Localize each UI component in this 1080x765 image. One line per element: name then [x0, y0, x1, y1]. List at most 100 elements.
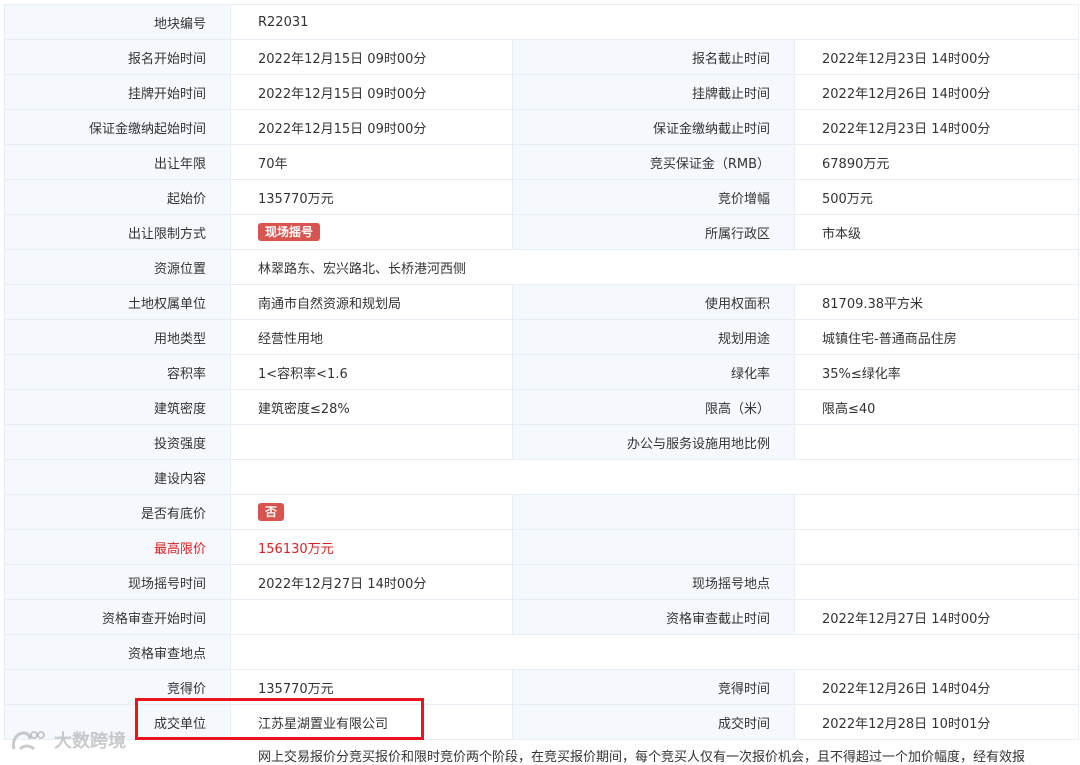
field-label: 保证金缴纳截止时间: [513, 110, 795, 145]
field-value-text: 2022年12月27日 14时00分: [822, 611, 991, 627]
field-value-text: 林翠路东、宏兴路北、长桥港河西侧: [258, 261, 467, 277]
field-label-text: 使用权面积: [704, 296, 770, 312]
field-value: 建筑密度≤28%: [231, 390, 513, 425]
watermark-logo-icon: [12, 731, 45, 751]
field-label: 用地类型: [5, 320, 231, 355]
field-value-text: 南通市自然资源和规划局: [258, 296, 402, 312]
land-info-table: 地块编号 R22031 报名开始时间 2022年12月15日 09时00分 报名截止时间…: [4, 4, 1079, 740]
field-label-text: 用地类型: [153, 331, 206, 347]
field-label-text: 保证金缴纳起始时间: [88, 121, 206, 137]
field-label: 最高限价: [5, 530, 231, 565]
field-label: 保证金缴纳起始时间: [5, 110, 231, 145]
field-label: 竞得时间: [513, 670, 795, 705]
field-label-text: 竞价增幅: [717, 191, 770, 207]
field-value-text: 135770万元: [258, 681, 334, 697]
field-label-text: 起始价: [166, 191, 206, 207]
field-value: 135770万元: [231, 670, 513, 705]
field-value-text: 江苏星湖置业有限公司: [258, 716, 389, 732]
field-label-text: 竞买保证金（RMB）: [649, 156, 770, 172]
field-value-text: 2022年12月23日 14时00分: [822, 51, 991, 67]
field-value: 2022年12月26日 14时00分: [795, 75, 1079, 110]
field-label-text: 资源位置: [153, 261, 206, 277]
field-value: 2022年12月15日 09时00分: [231, 40, 513, 75]
field-label-text: 保证金缴纳截止时间: [652, 121, 770, 137]
field-label: 所属行政区: [513, 215, 795, 250]
field-label-text: 建筑密度: [153, 401, 206, 417]
field-value-text: 135770万元: [258, 191, 334, 207]
field-label-text: 建设内容: [153, 471, 206, 487]
field-label-text: 容积率: [166, 366, 206, 382]
field-label: 投资强度: [5, 425, 231, 460]
field-label: 挂牌截止时间: [513, 75, 795, 110]
field-value: 500万元: [795, 180, 1079, 215]
field-value: 限高≤40: [795, 390, 1079, 425]
watermark: 大数跨境: [10, 725, 126, 755]
field-value: [795, 495, 1079, 530]
field-label-text: 挂牌截止时间: [691, 86, 770, 102]
field-value: 南通市自然资源和规划局: [231, 285, 513, 320]
field-label: 资源位置: [5, 250, 231, 285]
field-label-text: 规划用途: [717, 331, 770, 347]
field-label: 是否有底价: [5, 495, 231, 530]
field-value-text: 70年: [258, 156, 288, 172]
field-label-text: 报名截止时间: [691, 51, 770, 67]
field-value-text: 2022年12月23日 14时00分: [822, 121, 991, 137]
field-label-text: 出让限制方式: [127, 226, 206, 242]
field-value: 2022年12月28日 10时01分: [795, 705, 1079, 740]
field-label: [513, 530, 795, 565]
field-value: 70年: [231, 145, 513, 180]
field-label: 资格审查开始时间: [5, 600, 231, 635]
field-value: 否: [231, 495, 513, 530]
field-value: 67890万元: [795, 145, 1079, 180]
field-label: 使用权面积: [513, 285, 795, 320]
field-label: 规划用途: [513, 320, 795, 355]
field-label-text: 绿化率: [730, 366, 770, 382]
field-value: 2022年12月23日 14时00分: [795, 110, 1079, 145]
field-label-text: 投资强度: [153, 436, 206, 452]
field-value-text: 限高≤40: [822, 401, 876, 417]
field-value-text: 2022年12月27日 14时00分: [258, 576, 427, 592]
field-value: 135770万元: [231, 180, 513, 215]
field-label-text: 资格审查截止时间: [665, 611, 770, 627]
field-label-text: 成交时间: [717, 716, 770, 732]
field-label: 成交时间: [513, 705, 795, 740]
field-value: 2022年12月15日 09时00分: [231, 110, 513, 145]
field-value: 城镇住宅-普通商品住房: [795, 320, 1079, 355]
status-tag: 现场摇号: [258, 223, 321, 241]
field-label: 竞价增幅: [513, 180, 795, 215]
field-value-text: 2022年12月15日 09时00分: [258, 86, 427, 102]
field-label-text: 成交单位: [153, 716, 206, 732]
field-value: 35%≤绿化率: [795, 355, 1079, 390]
field-label: 土地权属单位: [5, 285, 231, 320]
field-value-text: 156130万元: [258, 541, 334, 557]
field-value: R22031: [231, 5, 1079, 40]
field-value-text: 市本级: [822, 226, 862, 242]
field-value: 81709.38平方米: [795, 285, 1079, 320]
field-value-text: 建筑密度≤28%: [258, 401, 350, 417]
field-value-text: 81709.38平方米: [822, 296, 924, 312]
field-label-text: 现场摇号时间: [127, 576, 206, 592]
field-value: 市本级: [795, 215, 1079, 250]
field-label-text: 是否有底价: [140, 506, 206, 522]
field-label: 现场摇号地点: [513, 565, 795, 600]
field-label: 出让年限: [5, 145, 231, 180]
field-label: 竞买保证金（RMB）: [513, 145, 795, 180]
field-value-text: 500万元: [822, 191, 873, 207]
status-tag: 否: [258, 503, 285, 521]
field-label: 挂牌开始时间: [5, 75, 231, 110]
field-value-text: R22031: [258, 14, 309, 30]
field-value: [795, 565, 1079, 600]
field-value-text: 2022年12月26日 14时04分: [822, 681, 991, 697]
field-value: 江苏星湖置业有限公司: [231, 705, 513, 740]
field-label-text: 资格审查开始时间: [101, 611, 206, 627]
field-value: 现场摇号: [231, 215, 513, 250]
transaction-notice: 网上交易报价分竞买报价和限时竞价两个阶段，在竞买报价期间，每个竞买人仅有一次报价…: [258, 750, 1026, 765]
field-value-text: 经营性用地: [258, 331, 324, 347]
field-label-text: 竞得时间: [717, 681, 770, 697]
field-value: [795, 530, 1079, 565]
field-label: 建筑密度: [5, 390, 231, 425]
field-label-text: 竞得价: [166, 681, 206, 697]
field-value: [231, 425, 513, 460]
field-label: 报名开始时间: [5, 40, 231, 75]
field-value: 2022年12月26日 14时04分: [795, 670, 1079, 705]
